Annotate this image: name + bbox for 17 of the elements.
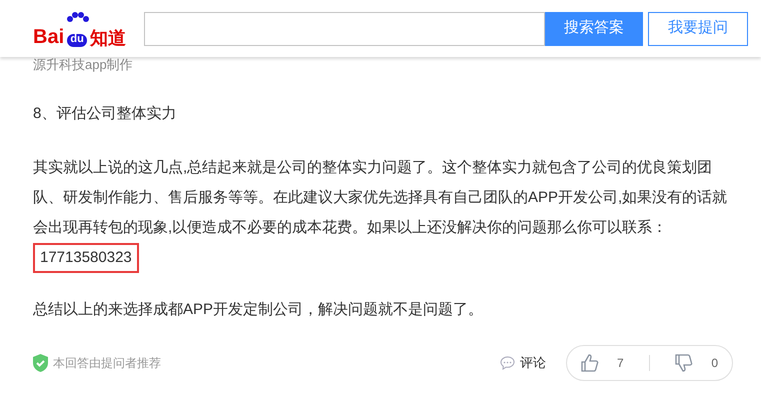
thumbs-up-icon <box>581 354 599 372</box>
thumbs-down-icon <box>675 354 694 372</box>
section-heading: 8、评估公司整体实力 <box>33 104 176 124</box>
speech-bubble-icon <box>500 356 515 370</box>
recommended-label: 本回答由提问者推荐 <box>53 355 161 372</box>
dislike-button[interactable]: 0 <box>675 354 718 372</box>
ask-button[interactable]: 我要提问 <box>648 12 748 46</box>
answer-paragraph: 其实就以上说的这几点,总结起来就是公司的整体实力问题了。这个整体实力就包含了公司的优良策划团队、研发制作能力、售后服务等等。在此建议大家优先选择具有自己团队的APP开发公司,如果没有的话就会出现再转包的现象,以便造成不必要的成本花费。如果以上还没解决你的问题那么你可以联系： 17713580323 <box>33 153 733 273</box>
like-button[interactable]: 7 <box>581 354 624 372</box>
shield-check-icon <box>33 354 48 372</box>
comment-button[interactable]: 评论 <box>500 353 546 373</box>
phone-number: 17713580323 <box>33 243 139 273</box>
text-line: 源升科技app制作 <box>33 57 133 73</box>
logo[interactable]: Bai du 知道 <box>33 10 137 46</box>
search-field[interactable] <box>144 12 545 46</box>
conclusion-text: 总结以上的来选择成都APP开发定制公司，解决问题就不是问题了。 <box>33 300 484 320</box>
search-button[interactable]: 搜索答案 <box>545 12 643 46</box>
